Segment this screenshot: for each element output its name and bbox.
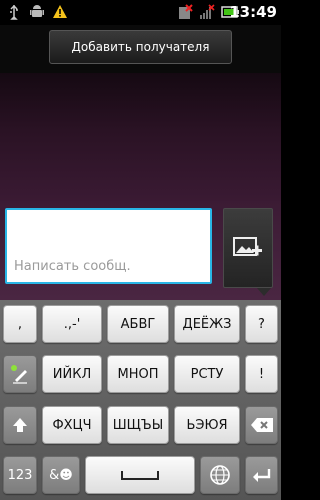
key-abvg[interactable]: АБВГ (107, 305, 169, 343)
key-mnop[interactable]: МНОП (107, 355, 169, 393)
key-punctuation[interactable]: .,-' (42, 305, 102, 343)
key-exclamation[interactable]: ! (245, 355, 278, 393)
key-shshchy[interactable]: ШЩЪЫ (107, 406, 169, 444)
key-eyuya[interactable]: ЬЭЮЯ (174, 406, 240, 444)
space-bar[interactable] (85, 456, 195, 494)
signal-icon (200, 4, 215, 19)
compose-area: Написать сообщ. (0, 201, 281, 300)
status-bar: 13:49 (0, 0, 281, 25)
usb-icon (10, 4, 18, 20)
backspace-icon (250, 418, 273, 432)
numbers-button[interactable]: 123 (3, 456, 37, 494)
handwriting-button[interactable] (3, 355, 37, 393)
message-placeholder: Написать сообщ. (14, 259, 131, 274)
key-question[interactable]: ? (245, 305, 278, 343)
key-fkhtsch[interactable]: ФХЦЧ (42, 406, 102, 444)
key-deyozhz[interactable]: ДЕЁЖЗ (174, 305, 240, 343)
shift-button[interactable] (3, 406, 37, 444)
attach-notch (257, 288, 271, 296)
key-comma[interactable]: , (3, 305, 37, 343)
attach-button[interactable] (223, 208, 273, 288)
attach-picture-icon (233, 237, 262, 256)
android-debug-icon (30, 5, 44, 17)
key-rstu[interactable]: РСТУ (174, 355, 240, 393)
keyboard: , .,-' АБВГ ДЕЁЖЗ ? ИЙКЛ МНОП РСТУ ! ФХЦ… (0, 300, 281, 500)
no-sim-icon (179, 4, 193, 19)
enter-icon (252, 469, 270, 482)
shift-arrow-icon (13, 418, 27, 432)
pen-icon (11, 365, 27, 384)
key-iykl[interactable]: ИЙКЛ (42, 355, 102, 393)
header: Добавить получателя (0, 25, 281, 73)
warning-icon (53, 5, 67, 18)
space-icon (121, 471, 159, 480)
conversation-area (0, 73, 281, 201)
language-button[interactable] (200, 456, 240, 494)
enter-button[interactable] (245, 456, 278, 494)
symbols-emoji-button[interactable]: &☻ (42, 456, 80, 494)
status-time: 13:49 (229, 3, 277, 21)
backspace-button[interactable] (245, 406, 278, 444)
message-input[interactable]: Написать сообщ. (5, 208, 212, 284)
add-recipient-button[interactable]: Добавить получателя (49, 30, 232, 64)
globe-icon (210, 465, 230, 485)
